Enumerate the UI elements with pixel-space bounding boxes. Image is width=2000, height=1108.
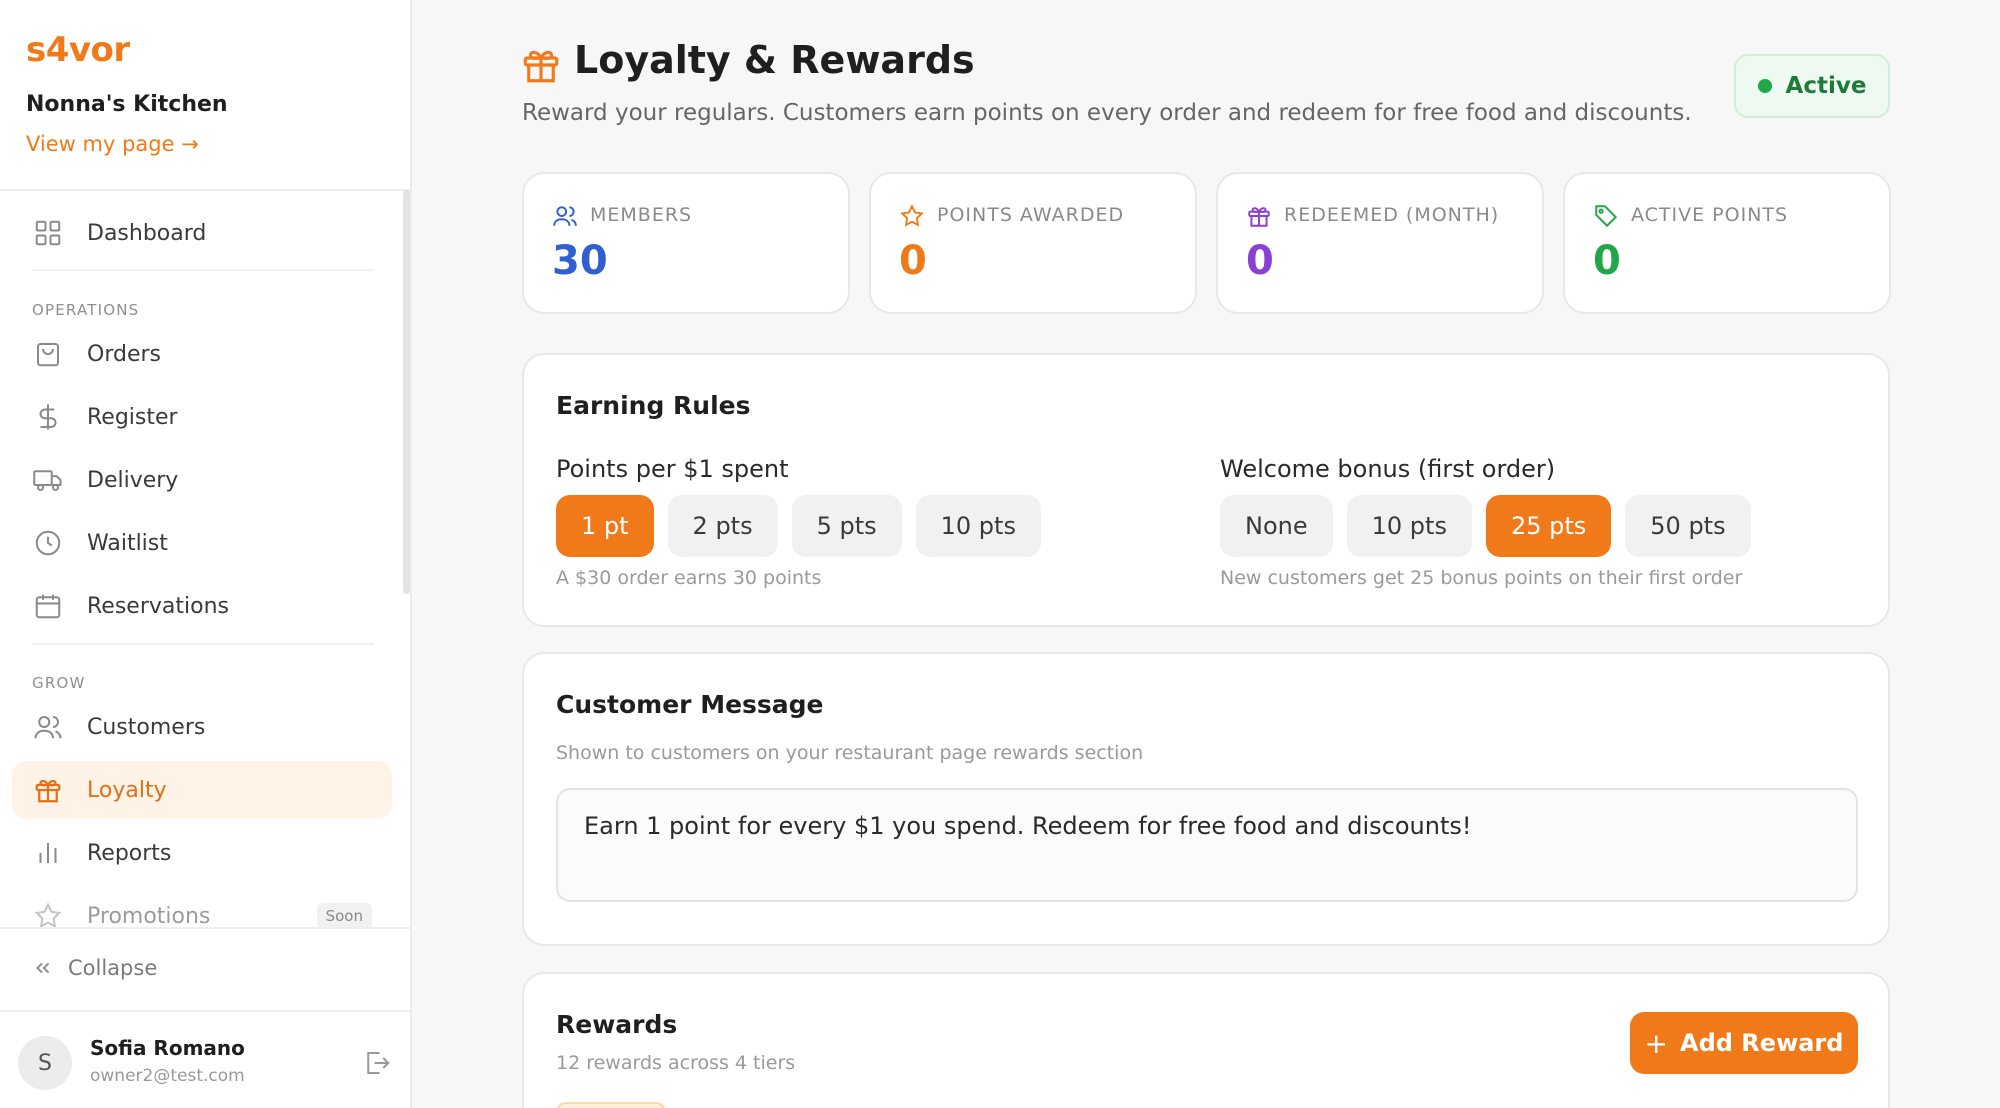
bonus-option-10[interactable]: 10 pts [1346,495,1472,557]
clock-icon [32,527,64,559]
view-my-page-link[interactable]: View my page → [26,132,199,156]
rewards-summary: 12 rewards across 4 tiers [556,1052,796,1074]
sidebar-item-delivery[interactable]: Delivery [12,451,392,509]
users-icon [553,206,577,226]
rewards-card: Rewards 12 rewards across 4 tiers + Add … [522,972,1890,1108]
earning-rules-card: Earning Rules Points per $1 spent 1 pt 2… [522,353,1890,627]
user-profile: S Sofia Romano owner2@test.com [0,1010,410,1108]
add-reward-label: Add Reward [1680,1029,1844,1057]
card-title: Earning Rules [556,391,751,420]
welcome-bonus-label: Welcome bonus (first order) [1220,455,1556,483]
logout-icon[interactable] [362,1048,392,1078]
stat-value: 0 [1593,238,1621,284]
user-name: Sofia Romano [90,1036,245,1060]
sidebar-item-orders[interactable]: Orders [12,325,392,383]
sidebar-item-label: Register [87,404,178,430]
customer-message-card: Customer Message Shown to customers on y… [522,652,1890,946]
sidebar-item-customers[interactable]: Customers [12,698,392,756]
collapse-label: Collapse [68,956,158,980]
points-per-dollar-label: Points per $1 spent [556,455,789,483]
points-option-10[interactable]: 10 pts [915,495,1041,557]
coming-soon-badge: Soon [316,903,372,929]
users-icon [32,711,64,743]
bonus-hint: New customers get 25 bonus points on the… [1220,567,1743,589]
bonus-option-none[interactable]: None [1220,495,1333,557]
stat-label: REDEEMED (MONTH) [1284,204,1500,226]
sidebar-item-waitlist[interactable]: Waitlist [12,514,392,572]
card-title: Rewards [556,1010,678,1039]
sidebar-item-label: Loyalty [87,777,167,803]
points-option-2[interactable]: 2 pts [667,495,778,557]
customer-message-description: Shown to customers on your restaurant pa… [556,742,1144,764]
stat-label: MEMBERS [590,204,693,226]
avatar[interactable]: S [18,1036,72,1090]
calendar-icon [32,590,64,622]
collapse-button[interactable]: Collapse [32,956,157,980]
stat-card-redeemed-month: REDEEMED (MONTH) 0 [1216,172,1544,314]
stat-label: POINTS AWARDED [937,204,1125,226]
bonus-option-25[interactable]: 25 pts [1485,495,1612,557]
sidebar-item-register[interactable]: Register [12,388,392,446]
page-title: Loyalty & Rewards [574,38,975,82]
sidebar-item-dashboard[interactable]: Dashboard [12,204,392,262]
sidebar-divider [0,189,410,191]
section-heading-grow: GROW [32,674,86,692]
sidebar-item-label: Delivery [87,467,179,493]
points-option-5[interactable]: 5 pts [791,495,902,557]
stat-card-points-awarded: POINTS AWARDED 0 [869,172,1197,314]
welcome-bonus-options: None 10 pts 25 pts 50 pts [1220,495,1751,557]
tag-icon [1595,205,1618,228]
stat-value: 0 [899,238,927,284]
sidebar-item-label: Waitlist [87,530,168,556]
status-label: Active [1785,73,1867,99]
sidebar-item-reports[interactable]: Reports [12,824,392,882]
user-email: owner2@test.com [90,1066,245,1086]
sidebar-item-label: Reservations [87,593,229,619]
tier-tab[interactable] [556,1102,666,1108]
stat-card-active-points: ACTIVE POINTS 0 [1563,172,1891,314]
restaurant-name: Nonna's Kitchen [26,92,228,117]
gift-icon [523,50,559,83]
star-icon [900,204,924,227]
sidebar-scrollbar[interactable] [403,190,410,594]
sidebar-item-loyalty[interactable]: Loyalty [12,761,392,819]
sidebar-item-label: Reports [87,840,172,866]
add-reward-button[interactable]: + Add Reward [1630,1012,1858,1074]
section-heading-operations: OPERATIONS [32,301,140,319]
sidebar-item-label: Promotions [87,903,211,929]
sidebar-item-reservations[interactable]: Reservations [12,577,392,635]
collapse-area: Collapse [0,927,410,1011]
bar-chart-icon [32,837,64,869]
nav-divider [32,269,374,271]
sidebar-item-label: Orders [87,341,161,367]
sidebar-item-label: Dashboard [87,220,207,246]
customer-message-textarea[interactable]: Earn 1 point for every $1 you spend. Red… [556,788,1858,902]
plus-icon: + [1644,1026,1669,1060]
card-title: Customer Message [556,690,824,719]
stat-label: ACTIVE POINTS [1631,204,1789,226]
nav-divider [32,643,374,645]
stat-card-members: MEMBERS 30 [522,172,850,314]
truck-icon [32,464,64,496]
gift-icon [32,774,64,806]
status-dot [1757,79,1772,93]
stat-value: 30 [552,238,608,284]
status-badge[interactable]: Active [1734,54,1890,118]
sidebar: s4vor Nonna's Kitchen View my page → Das… [0,0,412,1108]
gift-icon [1248,207,1270,227]
grid-icon [32,217,64,249]
chevrons-left-icon [36,962,50,974]
page-subtitle: Reward your regulars. Customers earn poi… [522,100,1692,126]
points-option-1[interactable]: 1 pt [556,495,654,557]
shopping-bag-icon [32,338,64,370]
points-hint: A $30 order earns 30 points [556,567,822,589]
bonus-option-50[interactable]: 50 pts [1625,495,1751,557]
points-per-dollar-options: 1 pt 2 pts 5 pts 10 pts [556,495,1041,557]
sidebar-item-label: Customers [87,714,206,740]
dollar-icon [32,401,64,433]
brand-logo[interactable]: s4vor [26,30,130,70]
stat-value: 0 [1246,238,1274,284]
